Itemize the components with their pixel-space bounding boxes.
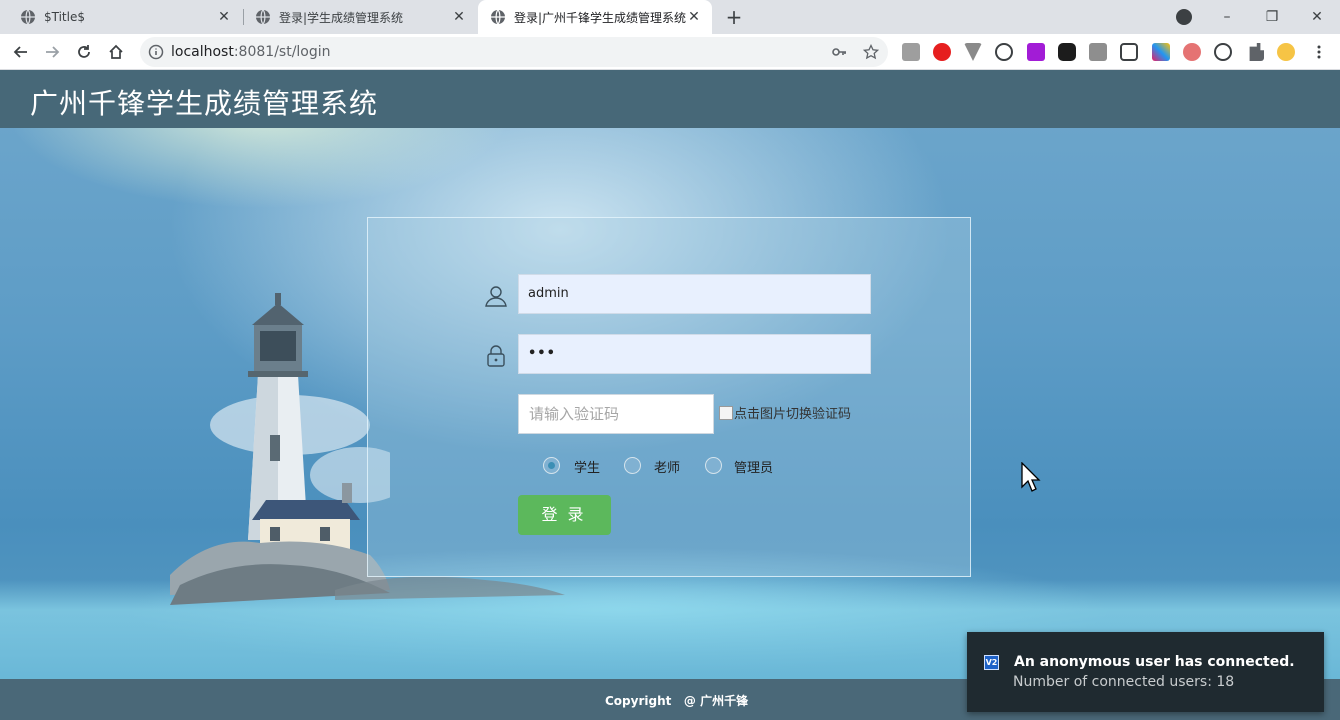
home-button[interactable] xyxy=(104,40,128,64)
role-label-teacher: 老师 xyxy=(654,461,681,476)
arrow-right-icon xyxy=(46,46,60,58)
browser-tab-1[interactable]: $Title$ ✕ xyxy=(8,0,242,34)
tab-close-icon[interactable]: ✕ xyxy=(216,9,232,25)
forward-button[interactable] xyxy=(40,40,64,64)
browser-tab-3-active[interactable]: 登录|广州千锋学生成绩管理系统 ✕ xyxy=(478,0,712,34)
notification-body: Number of connected users: 18 xyxy=(1013,674,1235,690)
tree-extension-icon[interactable] xyxy=(1183,43,1201,61)
opera-extension-icon[interactable] xyxy=(933,43,951,61)
home-icon xyxy=(109,44,123,59)
globe-icon xyxy=(21,9,35,25)
site-header: 广州千锋学生成绩管理系统 xyxy=(0,70,1340,128)
captcha-image[interactable]: 点击图片切换验证码 xyxy=(719,403,851,422)
page-content: 广州千锋学生成绩管理系统 admin ••• 请输入验证码 点击图片切换验证码 … xyxy=(0,70,1340,720)
vaadin-app-icon: V2 xyxy=(984,655,999,670)
more-vertical-icon xyxy=(1317,45,1321,59)
url-host: localhost xyxy=(171,44,234,60)
tab-title: 登录|广州千锋学生成绩管理系统 xyxy=(514,10,686,25)
close-window-button[interactable]: ✕ xyxy=(1295,0,1339,34)
restore-button[interactable]: ❐ xyxy=(1250,0,1294,34)
role-radio-teacher[interactable] xyxy=(624,457,641,474)
browser-tab-bar: $Title$ ✕ 登录|学生成绩管理系统 ✕ 登录|广州千锋学生成绩管理系统 … xyxy=(0,0,1340,34)
login-panel: admin ••• 请输入验证码 点击图片切换验证码 学生 老师 管理员 登录 xyxy=(367,217,971,577)
menu-button[interactable] xyxy=(1307,40,1331,64)
sync-extension-icon[interactable] xyxy=(995,43,1013,61)
user-icon xyxy=(485,286,507,307)
vue-devtools-icon[interactable] xyxy=(964,43,982,61)
key-icon[interactable] xyxy=(831,44,847,60)
reload-button[interactable] xyxy=(72,40,96,64)
browser-tab-2[interactable]: 登录|学生成绩管理系统 ✕ xyxy=(243,0,477,34)
captcha-image-alt: 点击图片切换验证码 xyxy=(734,407,852,422)
reload-icon xyxy=(78,45,90,58)
lock-icon xyxy=(487,345,505,367)
username-input[interactable]: admin xyxy=(518,274,871,314)
tab-title: $Title$ xyxy=(44,10,85,24)
url-text: localhost:8081/st/login xyxy=(171,44,331,60)
camera-icon[interactable] xyxy=(1089,43,1107,61)
back-button[interactable] xyxy=(9,40,33,64)
copyright-text: Copyright @ 广州千锋 xyxy=(605,694,749,708)
rp-extension-icon[interactable] xyxy=(1027,43,1045,61)
info-icon[interactable] xyxy=(148,44,164,60)
glasses-extension-icon[interactable] xyxy=(1058,43,1076,61)
connection-notification[interactable]: V2 An anonymous user has connected. Numb… xyxy=(967,632,1324,712)
avatar[interactable] xyxy=(1277,43,1295,61)
address-bar[interactable]: localhost:8081/st/login xyxy=(140,37,888,67)
browser-toolbar: localhost:8081/st/login xyxy=(0,34,1340,70)
role-radio-admin[interactable] xyxy=(705,457,722,474)
password-input[interactable]: ••• xyxy=(518,334,871,374)
role-radio-student[interactable] xyxy=(543,457,560,474)
new-tab-button[interactable]: + xyxy=(724,7,744,27)
globe-icon xyxy=(491,9,505,25)
gmail-extension-icon[interactable] xyxy=(902,43,920,61)
globe-icon xyxy=(256,9,270,25)
role-label-student: 学生 xyxy=(574,461,601,476)
role-label-admin: 管理员 xyxy=(734,461,774,476)
tab-search-icon[interactable] xyxy=(1176,9,1192,25)
url-path: :8081/st/login xyxy=(233,44,331,60)
notification-title: An anonymous user has connected. xyxy=(1014,654,1295,670)
star-extension-icon[interactable] xyxy=(1152,43,1170,61)
cube-extension-icon[interactable] xyxy=(1120,43,1138,61)
login-button[interactable]: 登录 xyxy=(518,495,611,535)
tab-close-icon[interactable]: ✕ xyxy=(686,9,702,25)
captcha-input[interactable]: 请输入验证码 xyxy=(518,394,714,434)
mouse-cursor-icon xyxy=(1021,462,1041,492)
star-icon[interactable] xyxy=(863,44,879,60)
network-extension-icon[interactable] xyxy=(1214,43,1232,61)
tab-close-icon[interactable]: ✕ xyxy=(451,9,467,25)
puzzle-icon[interactable] xyxy=(1249,43,1264,61)
site-title: 广州千锋学生成绩管理系统 xyxy=(30,87,379,120)
arrow-left-icon xyxy=(13,46,27,58)
minimize-button[interactable]: – xyxy=(1205,0,1249,34)
tab-title: 登录|学生成绩管理系统 xyxy=(279,10,404,25)
broken-image-icon xyxy=(719,406,733,420)
